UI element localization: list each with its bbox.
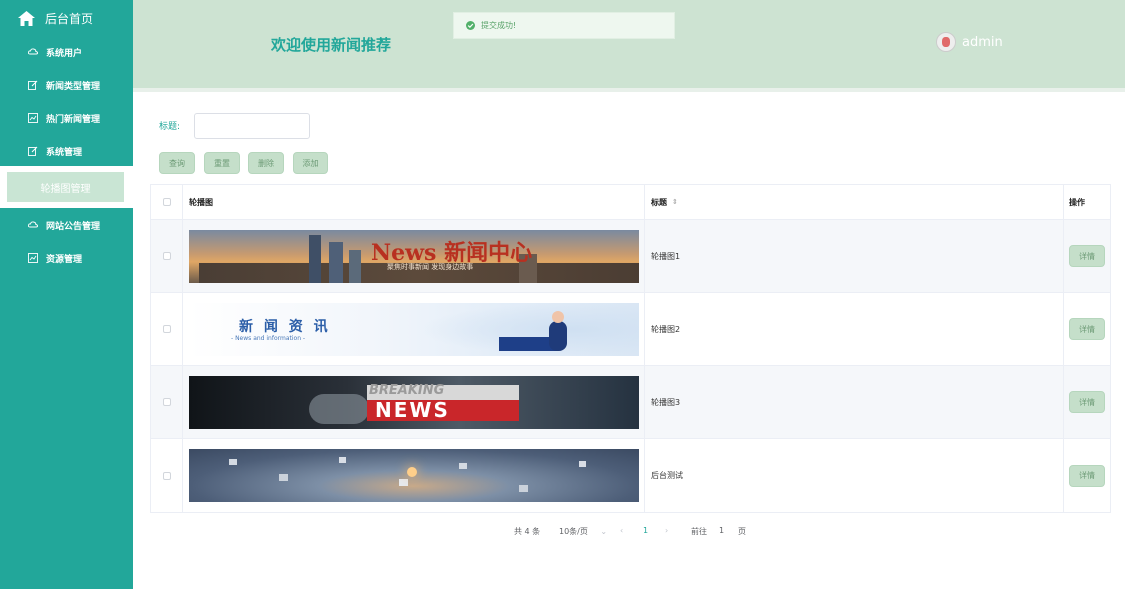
table-row: BREAKING NEWS 轮播图3 详情: [151, 366, 1110, 439]
search-label: 标题:: [159, 122, 181, 132]
sidebar-item-label: 资源管理: [46, 254, 83, 265]
title-cell: 后台测试: [645, 439, 1064, 512]
sidebar-item-carousel[interactable]: 轮播图管理: [7, 172, 124, 202]
goto-page-input[interactable]: 1: [719, 526, 724, 535]
image-caption: 新 闻 资 讯: [239, 318, 331, 335]
cloud-icon: [28, 48, 38, 55]
sidebar-home[interactable]: 后台首页: [18, 8, 93, 28]
column-header-title[interactable]: 标题 ⇕: [645, 185, 1064, 219]
chart-icon: [28, 253, 38, 263]
sidebar: 后台首页 系统用户 新闻类型管理 热门新闻管理 系统管理 轮播图管理 网站公告管…: [0, 0, 133, 589]
image-cell: 新 闻 资 讯 - News and information -: [183, 293, 645, 365]
sidebar-item-label: 轮播图管理: [40, 183, 91, 195]
query-button[interactable]: 查询: [159, 152, 195, 174]
select-all-checkbox[interactable]: [162, 198, 171, 206]
success-toast: 提交成功!: [453, 12, 675, 39]
image-subcaption: 聚焦时事新闻 发现身边故事: [387, 262, 474, 271]
image-cell: News 新闻中心 聚焦时事新闻 发现身边故事: [183, 220, 645, 292]
avatar: [936, 32, 956, 52]
home-icon: [18, 10, 35, 26]
pagination-total: 共 4 条: [514, 527, 541, 536]
sidebar-item-label: 新闻类型管理: [46, 81, 101, 92]
table-row: News 新闻中心 聚焦时事新闻 发现身边故事 轮播图1 详情: [151, 220, 1110, 293]
page-suffix: 页: [738, 527, 746, 536]
carousel-image: [189, 449, 639, 502]
sidebar-item-news-type[interactable]: 新闻类型管理: [0, 74, 133, 96]
chevron-down-icon: ⌄: [600, 527, 608, 536]
page-number-current[interactable]: 1: [643, 526, 648, 535]
sidebar-item-users[interactable]: 系统用户: [0, 41, 133, 63]
action-cell: 详情: [1064, 293, 1110, 365]
sort-icon[interactable]: ⇕: [672, 198, 678, 206]
sidebar-item-label: 系统管理: [46, 147, 83, 158]
row-checkbox[interactable]: [162, 471, 171, 480]
table-row: 后台测试 详情: [151, 439, 1110, 512]
next-page-icon[interactable]: ›: [665, 526, 668, 535]
edit-icon: [28, 80, 38, 90]
title-cell: 轮播图1: [645, 220, 1064, 292]
image-subcaption: NEWS: [375, 397, 450, 422]
check-circle-icon: [466, 21, 475, 30]
detail-button[interactable]: 详情: [1069, 464, 1105, 487]
detail-button[interactable]: 详情: [1069, 391, 1105, 413]
image-cell: [183, 439, 645, 512]
carousel-image: News 新闻中心 聚焦时事新闻 发现身边故事: [189, 229, 639, 283]
title-cell: 轮播图3: [645, 366, 1064, 438]
row-checkbox[interactable]: [162, 252, 171, 260]
prev-page-icon[interactable]: ‹: [620, 526, 623, 535]
toast-message: 提交成功!: [481, 21, 517, 30]
username: admin: [962, 34, 1003, 50]
welcome-title: 欢迎使用新闻推荐: [271, 36, 392, 54]
title-search-input[interactable]: [194, 113, 310, 139]
detail-button[interactable]: 详情: [1069, 318, 1105, 340]
column-header-title-label: 标题: [651, 197, 667, 207]
action-cell: 详情: [1064, 220, 1110, 292]
sidebar-item-hot-news[interactable]: 热门新闻管理: [0, 107, 133, 129]
row-checkbox[interactable]: [162, 325, 171, 333]
row-checkbox-cell: [151, 293, 183, 365]
table-header: 轮播图 标题 ⇕ 操作: [151, 185, 1110, 220]
header-divider: [133, 88, 1125, 92]
carousel-image: 新 闻 资 讯 - News and information -: [189, 302, 639, 356]
sidebar-item-resource[interactable]: 资源管理: [0, 247, 133, 269]
user-menu[interactable]: admin: [936, 32, 1003, 52]
row-checkbox-cell: [151, 366, 183, 438]
table-row: 新 闻 资 讯 - News and information - 轮播图2 详情: [151, 293, 1110, 366]
detail-button[interactable]: 详情: [1069, 245, 1105, 267]
sidebar-item-announcement[interactable]: 网站公告管理: [0, 214, 133, 236]
chart-icon: [28, 113, 38, 123]
page-size-select[interactable]: 10条/页 ⌄: [559, 526, 607, 537]
delete-button[interactable]: 删除: [248, 152, 284, 174]
image-subcaption: - News and information -: [231, 334, 306, 342]
title-cell: 轮播图2: [645, 293, 1064, 365]
row-checkbox[interactable]: [162, 398, 171, 406]
column-header-action: 操作: [1069, 197, 1085, 207]
row-checkbox-cell: [151, 220, 183, 292]
row-checkbox-cell: [151, 439, 183, 512]
add-button[interactable]: 添加: [293, 152, 328, 174]
edit-icon: [28, 146, 38, 156]
sidebar-item-system[interactable]: 系统管理: [0, 140, 133, 162]
action-cell: 详情: [1064, 439, 1110, 512]
carousel-table: 轮播图 标题 ⇕ 操作 News 新闻中心 聚焦时事新闻 发现身边故事 轮播图1…: [150, 184, 1111, 513]
image-caption: BREAKING: [369, 382, 445, 398]
header-checkbox-cell: [151, 185, 183, 219]
carousel-image: BREAKING NEWS: [189, 375, 639, 429]
home-label: 后台首页: [45, 11, 94, 26]
sidebar-item-label: 热门新闻管理: [46, 114, 101, 125]
action-cell: 详情: [1064, 366, 1110, 438]
sidebar-item-label: 网站公告管理: [46, 221, 101, 232]
page-size-value: 10条/页: [559, 527, 588, 536]
reset-button[interactable]: 重置: [204, 152, 240, 174]
cloud-icon: [28, 221, 38, 228]
column-header-image: 轮播图: [183, 185, 645, 219]
image-cell: BREAKING NEWS: [183, 366, 645, 438]
sidebar-item-label: 系统用户: [46, 48, 83, 59]
goto-label: 前往: [691, 527, 707, 536]
